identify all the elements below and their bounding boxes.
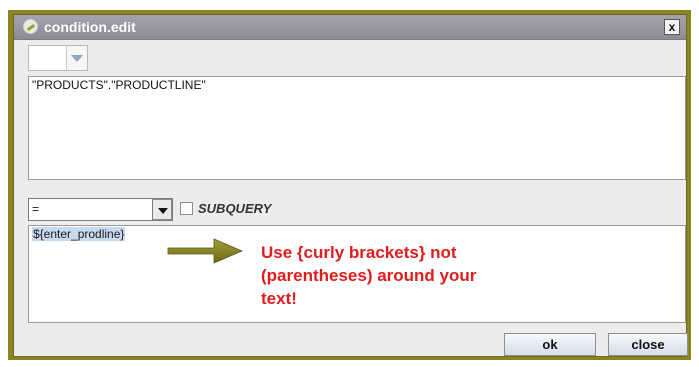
parameter-value-text: ${enter_prodline}	[32, 227, 126, 241]
app-logo-icon	[23, 19, 38, 34]
operator-select[interactable]: =	[28, 198, 173, 221]
condition-expression-text: "PRODUCTS"."PRODUCTLINE"	[32, 78, 206, 92]
annotation-line: (parentheses) around your	[261, 266, 477, 285]
close-button[interactable]: close	[608, 333, 688, 356]
condition-edit-dialog: condition.edit x "PRODUCTS"."PRODUCTLINE…	[13, 14, 688, 357]
window-close-button[interactable]: x	[664, 19, 680, 35]
column-combo-value[interactable]	[29, 46, 67, 70]
annotation-note: Use {curly brackets} not (parentheses) a…	[261, 241, 561, 310]
condition-expression-textarea[interactable]: "PRODUCTS"."PRODUCTLINE"	[28, 76, 686, 180]
ok-button[interactable]: ok	[504, 333, 596, 356]
operator-value: =	[32, 202, 40, 216]
window-title: condition.edit	[44, 19, 136, 35]
annotation-line: text!	[261, 289, 297, 308]
annotation-arrow-icon	[167, 238, 244, 264]
column-combo[interactable]	[28, 45, 88, 71]
chevron-down-icon[interactable]	[71, 55, 83, 62]
annotation-line: Use {curly brackets} not	[261, 243, 457, 262]
title-bar[interactable]: condition.edit x	[14, 15, 686, 40]
operator-dropdown-button[interactable]	[152, 199, 172, 220]
subquery-label: SUBQUERY	[198, 201, 272, 216]
subquery-checkbox[interactable]	[180, 202, 193, 215]
